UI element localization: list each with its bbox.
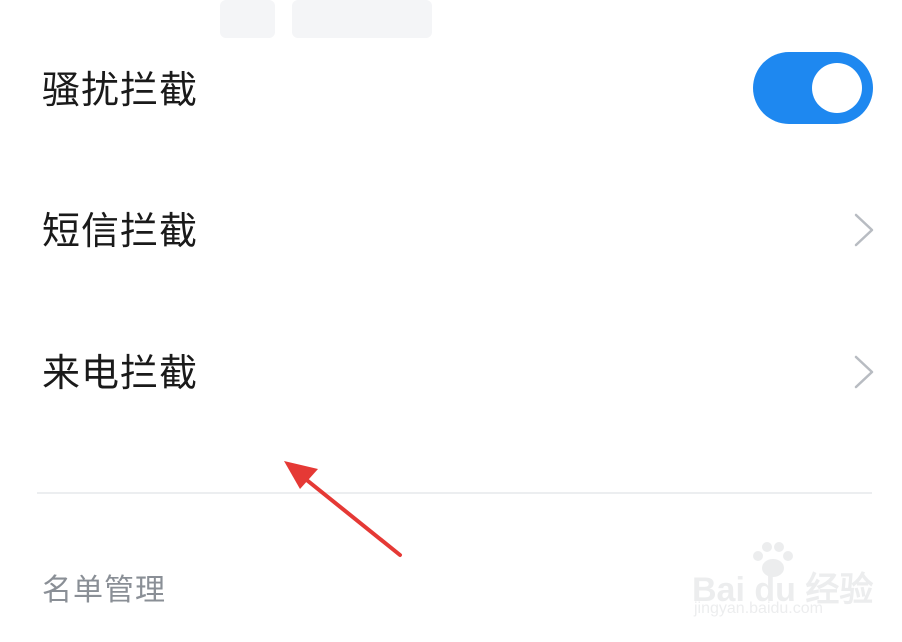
section-divider: [37, 492, 872, 494]
call-intercept-row[interactable]: 来电拦截: [0, 322, 902, 422]
list-management-section-title: 名单管理: [42, 573, 166, 608]
harassment-intercept-toggle[interactable]: [753, 52, 873, 124]
sms-intercept-row[interactable]: 短信拦截: [0, 180, 902, 280]
toggle-knob: [812, 63, 862, 113]
harassment-intercept-row[interactable]: 骚扰拦截: [0, 40, 902, 140]
header-fragment: [292, 0, 432, 38]
sms-intercept-label: 短信拦截: [42, 209, 199, 253]
chevron-right-icon: [854, 355, 874, 389]
baidu-jingyan-watermark: Bai du 经验 jingyan.baidu.com: [690, 540, 890, 630]
call-intercept-label: 来电拦截: [42, 351, 199, 395]
harassment-intercept-label: 骚扰拦截: [42, 68, 199, 112]
scrolled-header-remnant: [0, 0, 902, 40]
watermark-url: jingyan.baidu.com: [694, 600, 823, 617]
header-fragment: [220, 0, 275, 38]
chevron-right-icon: [854, 213, 874, 247]
red-arrow-icon: [284, 461, 402, 557]
